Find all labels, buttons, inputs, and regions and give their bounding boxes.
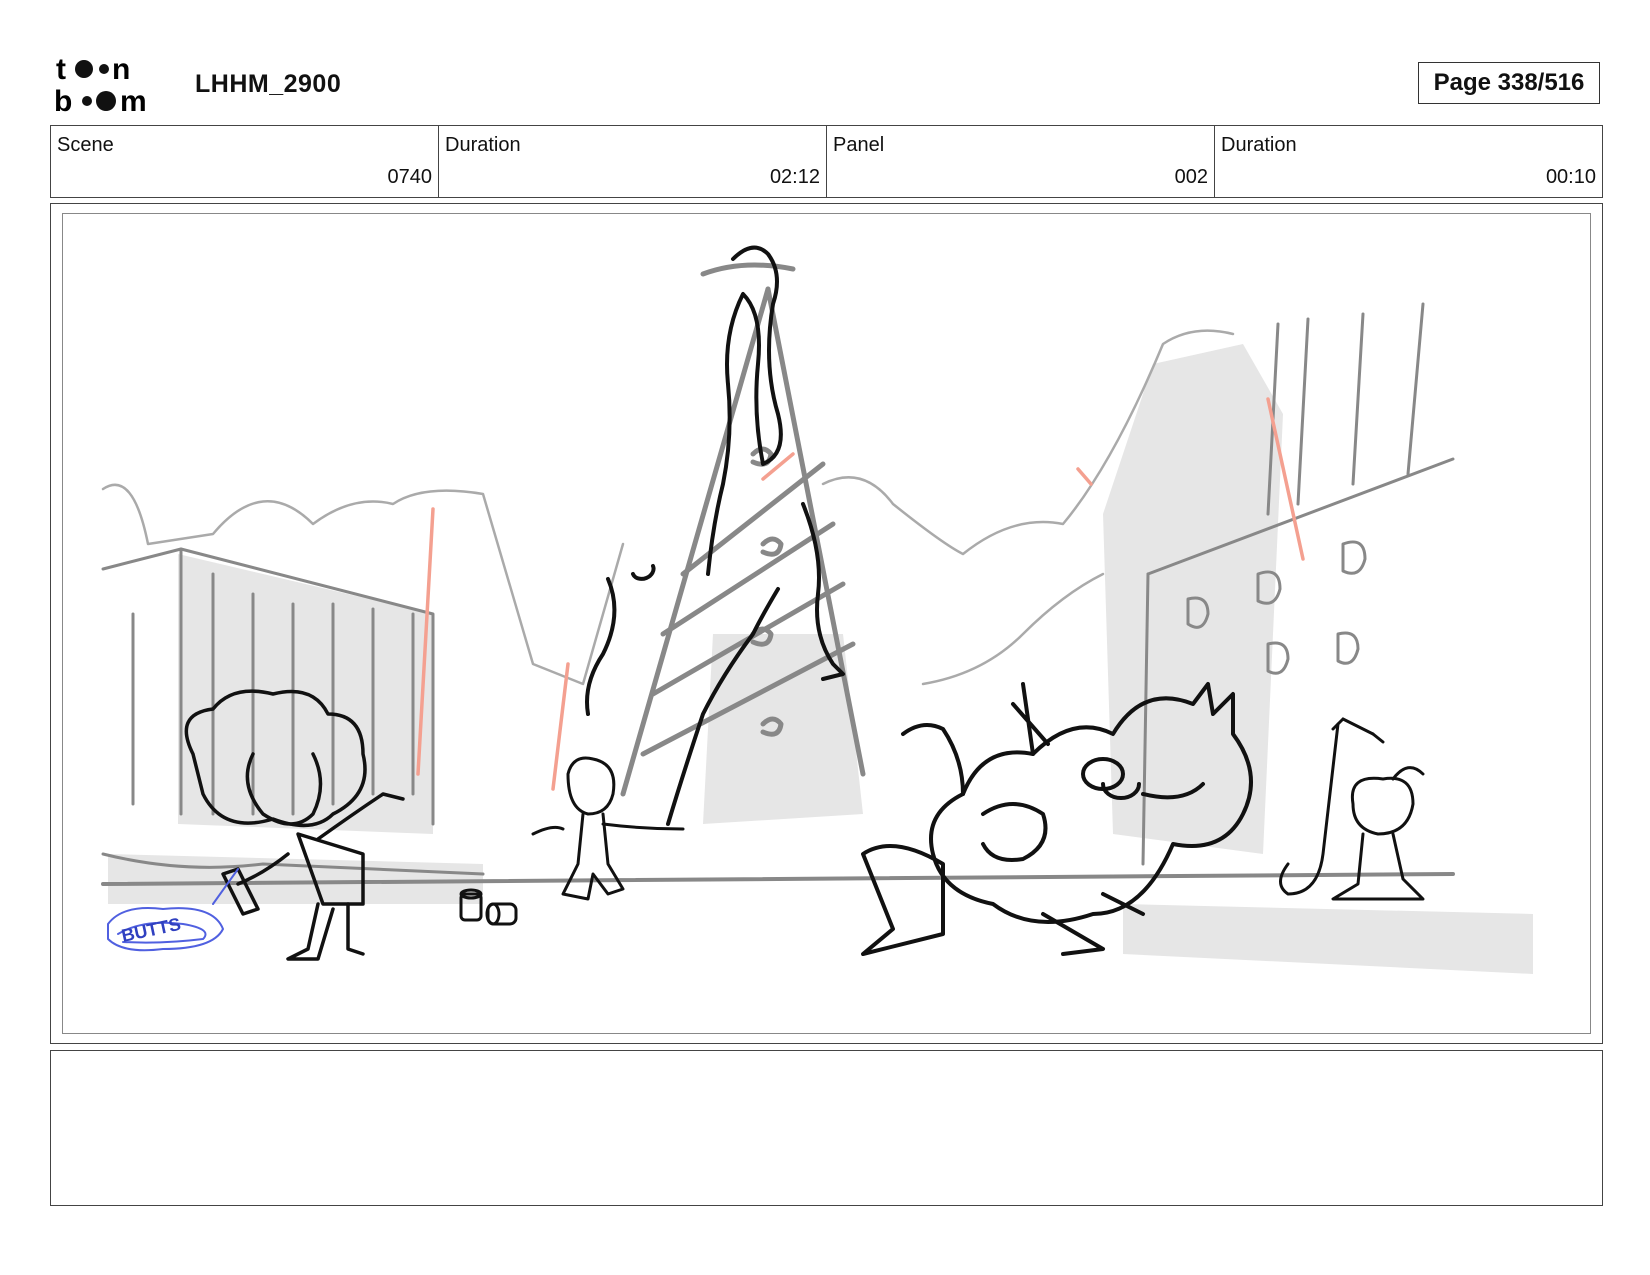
panel-duration-value: 00:10 [1545,166,1596,188]
page-number: Page 338/516 [1418,62,1600,104]
scene-cell: Scene 0740 [51,126,439,197]
panel-notes-box [50,1050,1603,1206]
svg-text:t: t [56,53,66,86]
svg-text:b: b [54,85,72,114]
svg-text:m: m [120,85,147,114]
scene-duration-value: 02:12 [769,166,820,188]
panel-duration-cell: Duration 00:10 [1215,126,1602,197]
scene-label: Scene [57,134,114,156]
panel-cell: Panel 002 [827,126,1215,197]
panel-duration-label: Duration [1221,134,1297,156]
character-fishing-kid [1279,717,1425,901]
project-title: LHHM_2900 [195,70,342,98]
scene-duration-cell: Duration 02:12 [439,126,827,197]
scene-value: 0740 [387,166,433,188]
scene-duration-label: Duration [445,134,521,156]
storyboard-panel: BUTTS [62,213,1591,1034]
panel-value: 002 [1174,166,1208,188]
scene-info-row: Scene 0740 Duration 02:12 Panel 002 Dura… [50,125,1603,198]
storyboard-panel-frame: BUTTS [50,203,1603,1044]
storyboard-sketch: BUTTS [101,245,1533,974]
toilet-paper-rolls [459,888,518,926]
toon-boom-logo: t n b m [54,53,147,114]
panel-label: Panel [833,134,885,156]
svg-text:n: n [112,53,130,86]
